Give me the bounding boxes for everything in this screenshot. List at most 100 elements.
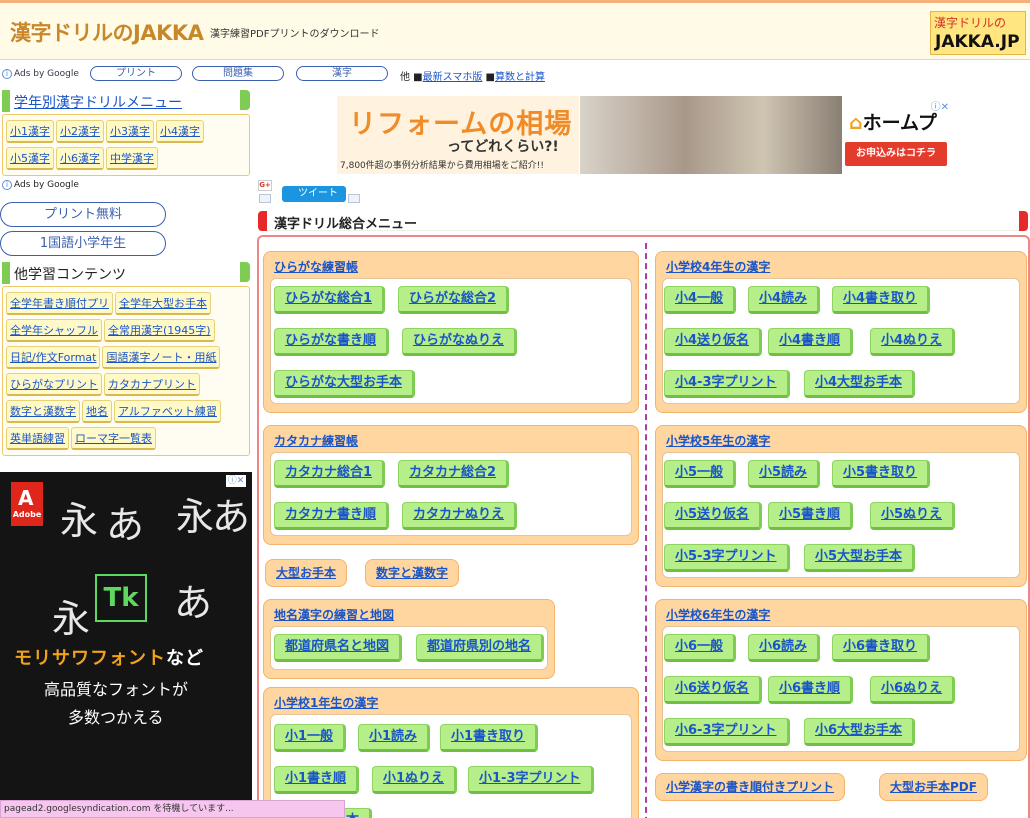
other-link[interactable]: 日記/作文Format [6, 346, 101, 369]
menu-title: 漢字ドリル総合メニュー [274, 217, 418, 232]
btn-g1-writing[interactable]: 小1書き取り [440, 724, 539, 752]
btn-large-model-pdf[interactable]: 大型お手本PDF [879, 773, 988, 801]
btn-g1-coloring[interactable]: 小1ぬりえ [372, 766, 458, 794]
btn-g1-3char[interactable]: 小1-3字プリント [468, 766, 594, 794]
btn-prefecture-map[interactable]: 都道府県名と地図 [274, 634, 403, 662]
btn-g4-okurigana[interactable]: 小4送り仮名 [664, 328, 763, 356]
btn-hiragana-large[interactable]: ひらがな大型お手本 [274, 370, 416, 398]
btn-g6-3char[interactable]: 小6-3字プリント [664, 718, 790, 746]
grade-link-2[interactable]: 小2漢字 [56, 120, 104, 143]
btn-prefecture-places[interactable]: 都道府県別の地名 [416, 634, 545, 662]
other-link[interactable]: 英単語練習 [6, 427, 69, 450]
btn-g6-coloring[interactable]: 小6ぬりえ [870, 676, 956, 704]
btn-hiragana-1[interactable]: ひらがな総合1 [274, 286, 386, 314]
other-link[interactable]: 全学年シャッフル [6, 319, 102, 342]
ad-close-icon[interactable]: ⓘ✕ [226, 475, 246, 487]
font-advertisement[interactable]: A Adobe 永 あ 永 あ 永 あ Tk モリサワフォントなど 高品質なフォン… [0, 472, 252, 818]
other-link[interactable]: 全常用漢字(1945字) [104, 319, 215, 342]
tweet-button[interactable]: ツイート [282, 186, 346, 202]
btn-katakana-2[interactable]: カタカナ総合2 [398, 460, 510, 488]
other-link[interactable]: ひらがなプリント [6, 373, 102, 396]
grade-link-5[interactable]: 小5漢字 [6, 147, 54, 170]
btn-g6-reading[interactable]: 小6読み [748, 634, 821, 662]
btn-hiragana-2[interactable]: ひらがな総合2 [398, 286, 510, 314]
site-subtitle: 漢字練習PDFプリントのダウンロード [210, 29, 380, 40]
btn-large-model[interactable]: 大型お手本 [265, 559, 348, 587]
panel-title-katakana[interactable]: カタカナ練習帳 [274, 434, 358, 448]
panel-grade4: 小学校4年生の漢字 小4一般 小4読み 小4書き取り 小4送り仮名 小4書き順 … [655, 251, 1027, 413]
ad-pill-kanji[interactable]: 漢字 [296, 66, 388, 81]
ad-pill-workbook[interactable]: 問題集 [192, 66, 284, 81]
btn-g6-okurigana[interactable]: 小6送り仮名 [664, 676, 763, 704]
other-link[interactable]: 全学年書き順付プリ [6, 292, 113, 315]
link-smartphone[interactable]: 最新スマホ版 [423, 72, 483, 83]
btn-katakana-1[interactable]: カタカナ総合1 [274, 460, 386, 488]
panel-title-hiragana[interactable]: ひらがな練習帳 [274, 260, 358, 274]
ad-pill-free-print[interactable]: プリント無料 [0, 202, 166, 227]
btn-g1-general[interactable]: 小1一般 [274, 724, 347, 752]
grade-link-1[interactable]: 小1漢字 [6, 120, 54, 143]
glyph-sample: あ [106, 503, 145, 547]
btn-g4-order[interactable]: 小4書き順 [768, 328, 854, 356]
google-plus-button[interactable]: G+ [258, 180, 272, 191]
font-ad-line2: 高品質なフォントが [44, 680, 189, 699]
btn-g5-large[interactable]: 小5大型お手本 [804, 544, 916, 572]
btn-g5-3char[interactable]: 小5-3字プリント [664, 544, 790, 572]
top-links: 他 ■最新スマホ版 ■算数と計算 [400, 72, 545, 83]
btn-g5-writing[interactable]: 小5書き取り [832, 460, 931, 488]
other-links-box: 全学年書き順付プリ 全学年大型お手本 全学年シャッフル 全常用漢字(1945字) 日… [2, 286, 250, 456]
reform-ad-banner[interactable]: リフォームの相場 ってどれくらい?! 7,800件超の事例分析結果から費用相場を… [337, 96, 949, 174]
panel-title-grade1[interactable]: 小学校1年生の漢字 [274, 696, 378, 710]
sidebar: 学年別漢字ドリルメニュー 小1漢字 小2漢字 小3漢字 小4漢字 小5漢字 小6漢字 中学… [0, 90, 252, 460]
btn-g4-general[interactable]: 小4一般 [664, 286, 737, 314]
ad-pill-print[interactable]: プリント [90, 66, 182, 81]
banner-cta-button[interactable]: お申込みはコチラ [845, 142, 947, 166]
ad-close-icon[interactable]: ⓘ✕ [931, 98, 949, 113]
sidebar-ads-by[interactable]: Ads by Google [14, 180, 79, 190]
ads-by-google[interactable]: i Ads by Google [2, 69, 79, 79]
panel-title-grade6[interactable]: 小学校6年生の漢字 [666, 608, 770, 622]
btn-g5-coloring[interactable]: 小5ぬりえ [870, 502, 956, 530]
btn-stroke-order-print[interactable]: 小学漢字の書き順付きプリント [655, 773, 846, 801]
other-link[interactable]: 地名 [82, 400, 112, 423]
panel-title-grade5[interactable]: 小学校5年生の漢字 [666, 434, 770, 448]
btn-g6-writing[interactable]: 小6書き取り [832, 634, 931, 662]
btn-g4-coloring[interactable]: 小4ぬりえ [870, 328, 956, 356]
btn-g6-large[interactable]: 小6大型お手本 [804, 718, 916, 746]
grade-link-4[interactable]: 小4漢字 [156, 120, 204, 143]
btn-g5-order[interactable]: 小5書き順 [768, 502, 854, 530]
other-link[interactable]: カタカナプリント [104, 373, 200, 396]
grade-link-middle[interactable]: 中学漢字 [106, 147, 158, 170]
btn-katakana-coloring[interactable]: カタカナぬりえ [402, 502, 518, 530]
panel-title-grade4[interactable]: 小学校4年生の漢字 [666, 260, 770, 274]
other-link[interactable]: アルファベット練習 [114, 400, 221, 423]
other-link[interactable]: 国語漢字ノート・用紙 [102, 346, 221, 369]
btn-g4-reading[interactable]: 小4読み [748, 286, 821, 314]
site-title-link[interactable]: 漢字ドリルのJAKKA [10, 17, 204, 47]
btn-g1-reading[interactable]: 小1読み [358, 724, 431, 752]
jakka-logo[interactable]: 漢字ドリルの JAKKA.JP [930, 11, 1026, 55]
grade-link-6[interactable]: 小6漢字 [56, 147, 104, 170]
other-link[interactable]: 全学年大型お手本 [115, 292, 211, 315]
btn-numbers-kanji[interactable]: 数字と漢数字 [365, 559, 460, 587]
grade-link-3[interactable]: 小3漢字 [106, 120, 154, 143]
btn-g5-okurigana[interactable]: 小5送り仮名 [664, 502, 763, 530]
ad-pill-grade1[interactable]: 1国語小学年生 [0, 231, 166, 256]
sidebar-heading-grades-link[interactable]: 学年別漢字ドリルメニュー [14, 92, 182, 112]
btn-g5-general[interactable]: 小5一般 [664, 460, 737, 488]
btn-g4-large[interactable]: 小4大型お手本 [804, 370, 916, 398]
link-math[interactable]: 算数と計算 [495, 72, 545, 83]
btn-g4-writing[interactable]: 小4書き取り [832, 286, 931, 314]
other-link[interactable]: ローマ字一覧表 [71, 427, 156, 450]
btn-hiragana-order[interactable]: ひらがな書き順 [274, 328, 390, 356]
btn-g1-order[interactable]: 小1書き順 [274, 766, 360, 794]
btn-g4-3char[interactable]: 小4-3字プリント [664, 370, 790, 398]
other-link[interactable]: 数字と漢数字 [6, 400, 80, 423]
btn-g6-general[interactable]: 小6一般 [664, 634, 737, 662]
btn-g5-reading[interactable]: 小5読み [748, 460, 821, 488]
btn-katakana-order[interactable]: カタカナ書き順 [274, 502, 390, 530]
btn-hiragana-coloring[interactable]: ひらがなぬりえ [402, 328, 518, 356]
menu-title-bar: 漢字ドリル総合メニュー [258, 211, 1028, 232]
btn-g6-order[interactable]: 小6書き順 [768, 676, 854, 704]
panel-title-chimei[interactable]: 地名漢字の練習と地図 [274, 608, 394, 622]
